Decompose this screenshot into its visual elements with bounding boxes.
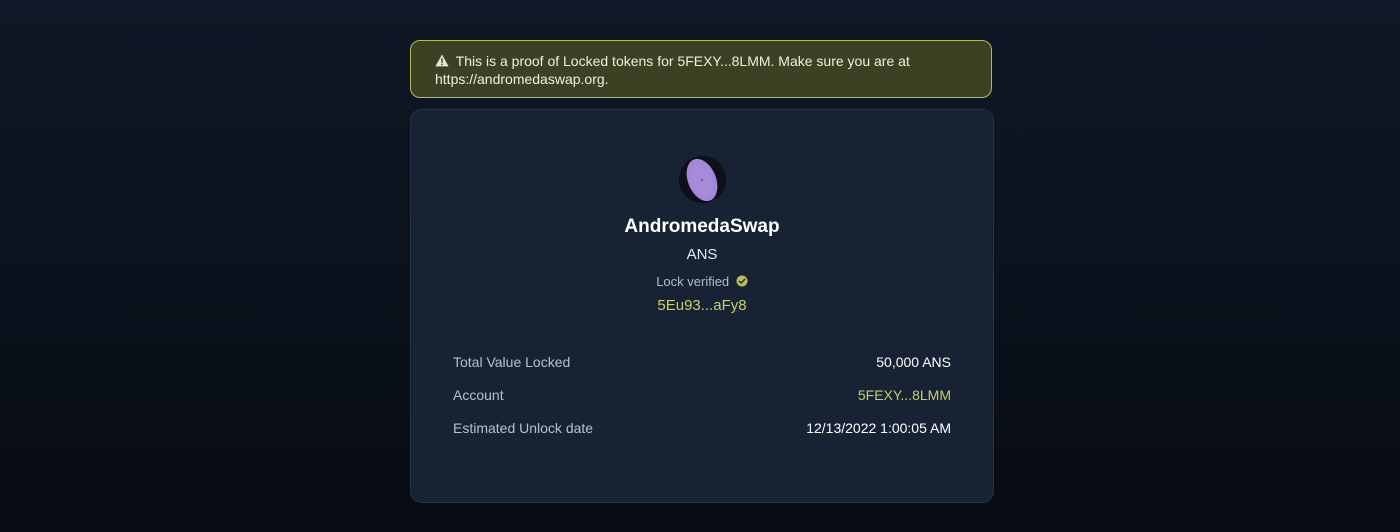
- lock-status-label: Lock verified: [656, 274, 730, 289]
- andromeda-galaxy-logo-icon: [679, 156, 726, 203]
- banner-message: This is a proof of Locked tokens for 5FE…: [455, 53, 910, 69]
- banner-url: https://andromedaswap.org.: [435, 71, 609, 87]
- lock-details: Total Value Locked 50,000 ANS Account 5F…: [453, 353, 951, 452]
- account-address-link[interactable]: 5FEXY...8LMM: [858, 386, 951, 419]
- lock-proof-card: AndromedaSwap ANS Lock verified 5Eu93...…: [410, 109, 994, 503]
- lock-address-link[interactable]: 5Eu93...aFy8: [411, 297, 993, 314]
- warning-triangle-icon: [435, 53, 449, 67]
- token-symbol: ANS: [686, 246, 718, 263]
- estimated-unlock-date: 12/13/2022 1:00:05 AM: [806, 420, 951, 436]
- check-circle-icon: [736, 275, 748, 287]
- detail-row-total-value-locked: Total Value Locked 50,000 ANS: [453, 353, 951, 386]
- detail-label: Account: [453, 387, 504, 403]
- detail-row-unlock-date: Estimated Unlock date 12/13/2022 1:00:05…: [453, 419, 951, 452]
- token-name: AndromedaSwap: [624, 216, 780, 237]
- detail-label: Estimated Unlock date: [453, 420, 594, 436]
- detail-row-account: Account 5FEXY...8LMM: [453, 386, 951, 419]
- lock-status: Lock verified: [411, 274, 993, 289]
- warning-banner: This is a proof of Locked tokens for 5FE…: [410, 40, 992, 98]
- detail-label: Total Value Locked: [453, 354, 571, 370]
- total-value-locked: 50,000 ANS: [876, 354, 951, 370]
